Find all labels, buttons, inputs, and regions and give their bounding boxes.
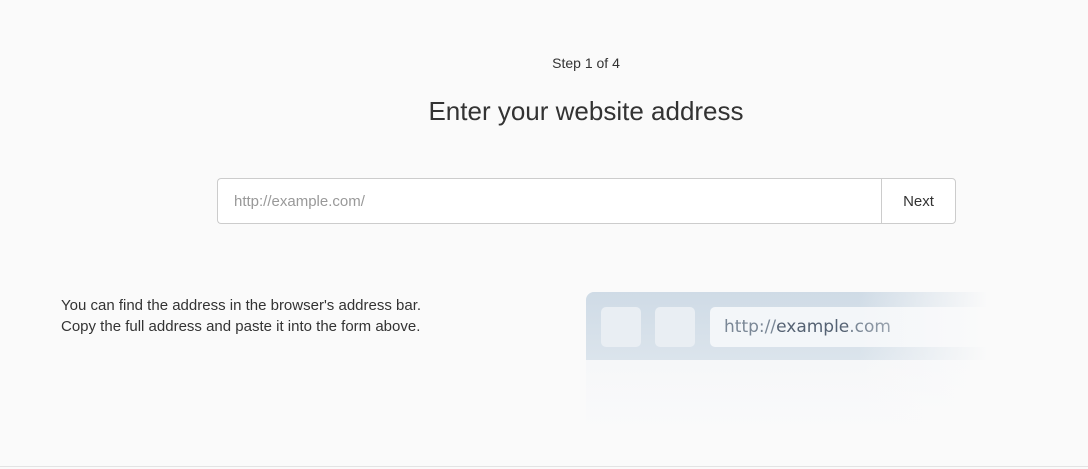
- website-url-form: Next: [217, 178, 956, 224]
- browser-back-button-illustration: [601, 307, 641, 347]
- address-domain: example: [776, 317, 850, 337]
- address-prefix: http://: [724, 317, 777, 337]
- page-title: Enter your website address: [428, 96, 744, 126]
- setup-wizard-page: Step 1 of 4 Enter your website address N…: [0, 0, 1088, 467]
- next-button[interactable]: Next: [881, 178, 956, 224]
- website-url-input[interactable]: [217, 178, 881, 224]
- fade-overlay: [858, 292, 988, 434]
- browser-forward-button-illustration: [655, 307, 695, 347]
- help-text-line-2: Copy the full address and paste it into …: [61, 318, 421, 335]
- help-text: You can find the address in the browser'…: [61, 295, 561, 337]
- help-text-line-1: You can find the address in the browser'…: [61, 297, 422, 314]
- step-indicator: Step 1 of 4: [552, 55, 620, 71]
- browser-address-bar-illustration: http://example.com: [586, 292, 988, 434]
